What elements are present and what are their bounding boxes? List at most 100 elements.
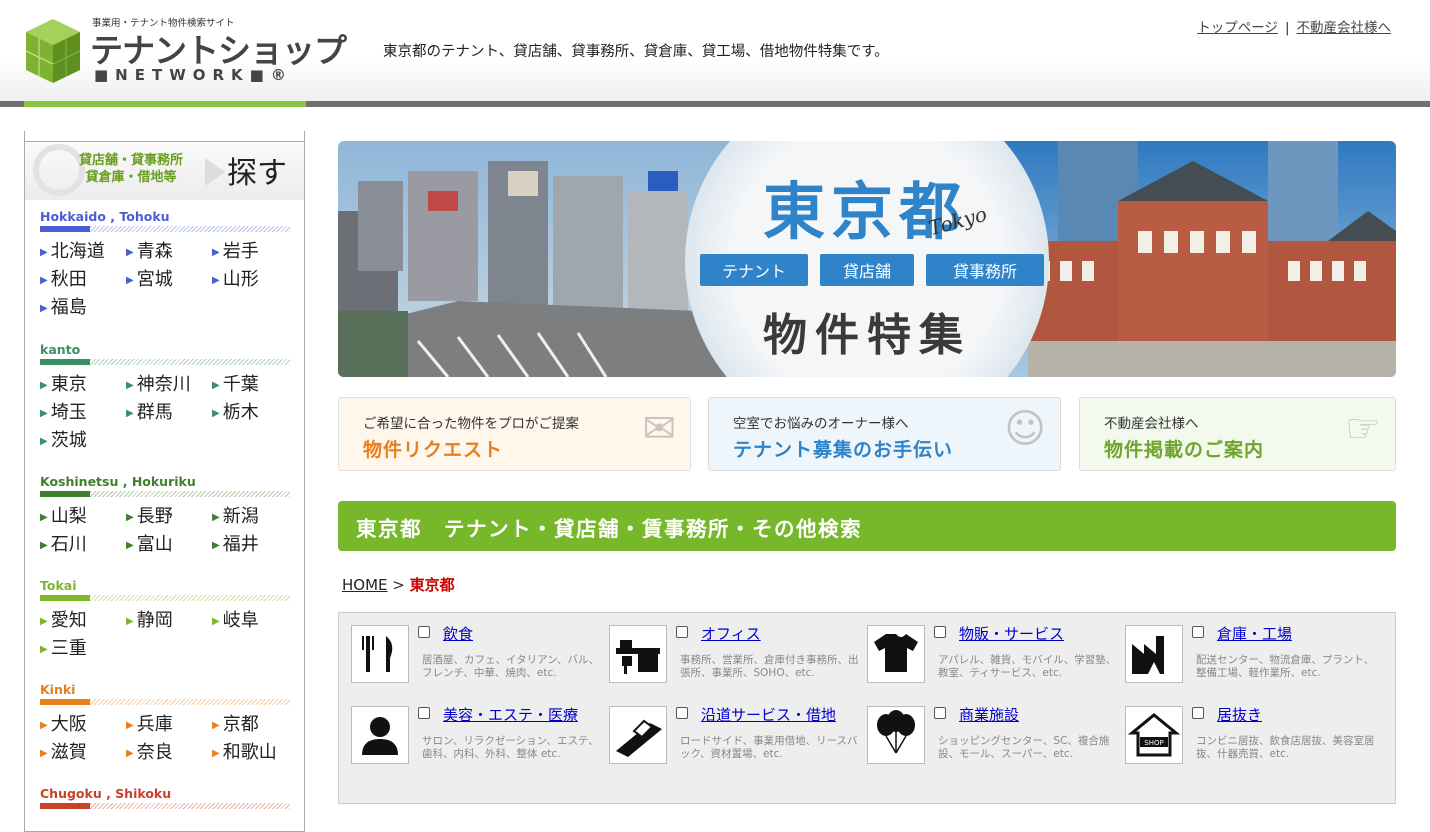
category-item: 倉庫・工場 配送センター、物流倉庫、プラント、整備工場、軽作業所、etc.: [1125, 625, 1375, 695]
category-link[interactable]: 物販・サービス: [959, 623, 1064, 644]
for-realtors-link[interactable]: 不動産会社様へ: [1297, 20, 1392, 36]
top-links: トップページ | 不動産会社様へ: [1197, 16, 1391, 36]
arrow-right-icon: ▶: [40, 436, 48, 447]
arrow-right-icon: ▶: [126, 540, 134, 551]
balloons-icon[interactable]: [867, 706, 925, 764]
category-link[interactable]: オフィス: [701, 623, 761, 644]
prefecture-label: 石川: [50, 534, 87, 555]
prefecture-link[interactable]: ▶ 新潟: [212, 505, 290, 529]
prefecture-link[interactable]: ▶ 青森: [126, 240, 212, 264]
category-panel: 飲食居酒屋、カフェ、イタリアン、バル、フレンチ、中華、焼肉、etc. オフィス事務…: [338, 612, 1396, 804]
region-divider: [40, 595, 290, 601]
prefecture-link[interactable]: ▶ 福島: [40, 296, 126, 320]
prefecture-link[interactable]: ▶ 大阪: [40, 713, 126, 737]
category-checkbox[interactable]: [676, 707, 688, 719]
prefecture-link[interactable]: ▶ 栃木: [212, 401, 290, 425]
prefecture-link[interactable]: ▶ 山形: [212, 268, 290, 292]
prefecture-label: 青森: [136, 241, 173, 262]
category-checkbox[interactable]: [418, 626, 430, 638]
card-property-request[interactable]: ご希望に合った物件をプロがご提案 物件リクエスト ✉: [338, 397, 691, 471]
sidebar-heading: 貸店舗・貸事務所 貸倉庫・借地等 探す: [25, 141, 304, 200]
factory-icon[interactable]: [1125, 625, 1183, 683]
region-title: kanto: [40, 342, 81, 357]
category-item: 飲食居酒屋、カフェ、イタリアン、バル、フレンチ、中華、焼肉、etc.: [351, 625, 601, 695]
category-description: 居酒屋、カフェ、イタリアン、バル、フレンチ、中華、焼肉、etc.: [422, 654, 600, 679]
prefecture-list: ▶ 東京 ▶ 神奈川 ▶ 千葉 ▶ 埼玉 ▶ 群馬 ▶ 栃木 ▶ 茨城: [40, 373, 290, 453]
prefecture-link[interactable]: ▶ 富山: [126, 533, 212, 557]
shop-icon[interactable]: SHOP: [1125, 706, 1183, 764]
site-logo[interactable]: 事業用・テナント物件検索サイト テナントショップ ■NETWORK■®: [24, 12, 347, 92]
prefecture-link[interactable]: ▶ 和歌山: [212, 741, 290, 765]
category-checkbox[interactable]: [1192, 707, 1204, 719]
prefecture-link[interactable]: ▶ 茨城: [40, 429, 126, 453]
tokyo-banner: 東京都 Tokyo テナント 貸店舗 貸事務所 物件特集: [338, 141, 1396, 377]
prefecture-link[interactable]: ▶ 石川: [40, 533, 126, 557]
prefecture-link[interactable]: ▶ 愛知: [40, 609, 126, 633]
prefecture-link[interactable]: ▶ 秋田: [40, 268, 126, 292]
person-bust-icon[interactable]: [351, 706, 409, 764]
card-title: 物件掲載のご案内: [1104, 439, 1265, 461]
prefecture-link[interactable]: ▶ 静岡: [126, 609, 212, 633]
region-5: Chugoku , Shikoku: [40, 786, 290, 809]
fork-knife-icon[interactable]: [351, 625, 409, 683]
category-link[interactable]: 沿道サービス・借地: [701, 704, 836, 725]
prefecture-label: 福島: [50, 297, 87, 318]
breadcrumb-home[interactable]: HOME: [342, 576, 388, 594]
category-checkbox[interactable]: [676, 626, 688, 638]
category-link[interactable]: 美容・エステ・医療: [443, 704, 578, 725]
card-subtitle: 不動産会社様へ: [1104, 416, 1199, 432]
arrow-right-icon: ▶: [40, 275, 48, 286]
category-item: SHOP 居抜き コンビニ居抜、飲食店居抜、美容室居抜、什器売買、etc.: [1125, 706, 1375, 776]
site-tagline: 東京都のテナント、貸店舗、貸事務所、貸倉庫、貸工場、借地物件特集です。: [383, 44, 889, 60]
breadcrumb: HOME > 東京都: [342, 574, 455, 595]
prefecture-label: 栃木: [222, 402, 259, 423]
prefecture-link[interactable]: ▶ 群馬: [126, 401, 212, 425]
prefecture-link[interactable]: ▶ 兵庫: [126, 713, 212, 737]
prefecture-list: ▶ 山梨 ▶ 長野 ▶ 新潟 ▶ 石川 ▶ 富山 ▶ 福井: [40, 505, 290, 557]
prefecture-link[interactable]: ▶ 千葉: [212, 373, 290, 397]
prefecture-link[interactable]: ▶ 岐阜: [212, 609, 290, 633]
top-page-link[interactable]: トップページ: [1197, 20, 1278, 36]
arrow-right-icon: ▶: [212, 275, 220, 286]
prefecture-link[interactable]: ▶ 奈良: [126, 741, 212, 765]
arrow-right-icon: ▶: [40, 540, 48, 551]
prefecture-link[interactable]: ▶ 神奈川: [126, 373, 212, 397]
prefecture-link[interactable]: ▶ 滋賀: [40, 741, 126, 765]
category-checkbox[interactable]: [418, 707, 430, 719]
arrow-right-icon: ▶: [126, 720, 134, 731]
category-link[interactable]: 飲食: [443, 623, 473, 644]
prefecture-link[interactable]: ▶ 京都: [212, 713, 290, 737]
card-tenant-recruit[interactable]: 空室でお悩みのオーナー様へ テナント募集のお手伝い ☺: [708, 397, 1061, 471]
prefecture-link[interactable]: ▶ 東京: [40, 373, 126, 397]
shirt-icon[interactable]: [867, 625, 925, 683]
roadside-icon[interactable]: [609, 706, 667, 764]
category-link[interactable]: 商業施設: [959, 704, 1019, 725]
prefecture-link[interactable]: ▶ 長野: [126, 505, 212, 529]
prefecture-label: 岐阜: [222, 610, 259, 631]
arrow-right-icon: [205, 158, 225, 186]
prefecture-link[interactable]: ▶ 山梨: [40, 505, 126, 529]
prefecture-link[interactable]: ▶ 北海道: [40, 240, 126, 264]
region-title: Chugoku , Shikoku: [40, 786, 172, 801]
category-link[interactable]: 倉庫・工場: [1217, 623, 1292, 644]
prefecture-link[interactable]: ▶ 宮城: [126, 268, 212, 292]
arrow-right-icon: ▶: [212, 408, 220, 419]
category-link[interactable]: 居抜き: [1217, 704, 1262, 725]
category-description: ショッピングセンター、SC、複合施設、モール、スーパー、etc.: [938, 735, 1110, 760]
office-desk-icon[interactable]: [609, 625, 667, 683]
arrow-right-icon: ▶: [40, 616, 48, 627]
region-title: Hokkaido , Tohoku: [40, 209, 170, 224]
prefecture-label: 兵庫: [136, 714, 173, 735]
card-listing-info[interactable]: 不動産会社様へ 物件掲載のご案内 ☞: [1079, 397, 1396, 471]
region-0: Hokkaido , Tohoku ▶ 北海道 ▶ 青森 ▶ 岩手 ▶ 秋田 ▶ 宮城 ▶ 山形 ▶ 福島: [40, 209, 290, 320]
prefecture-link[interactable]: ▶ 三重: [40, 637, 126, 661]
touch-screen-icon: ☞: [1345, 406, 1381, 452]
prefecture-link[interactable]: ▶ 岩手: [212, 240, 290, 264]
category-description: 事務所、営業所、倉庫付き事務所、出張所、事業所、SOHO、etc.: [680, 654, 859, 679]
category-checkbox[interactable]: [1192, 626, 1204, 638]
category-checkbox[interactable]: [934, 707, 946, 719]
category-description: ロードサイド、事業用借地、リースバック、資材置場、etc.: [680, 735, 858, 760]
category-checkbox[interactable]: [934, 626, 946, 638]
prefecture-link[interactable]: ▶ 埼玉: [40, 401, 126, 425]
prefecture-link[interactable]: ▶ 福井: [212, 533, 290, 557]
